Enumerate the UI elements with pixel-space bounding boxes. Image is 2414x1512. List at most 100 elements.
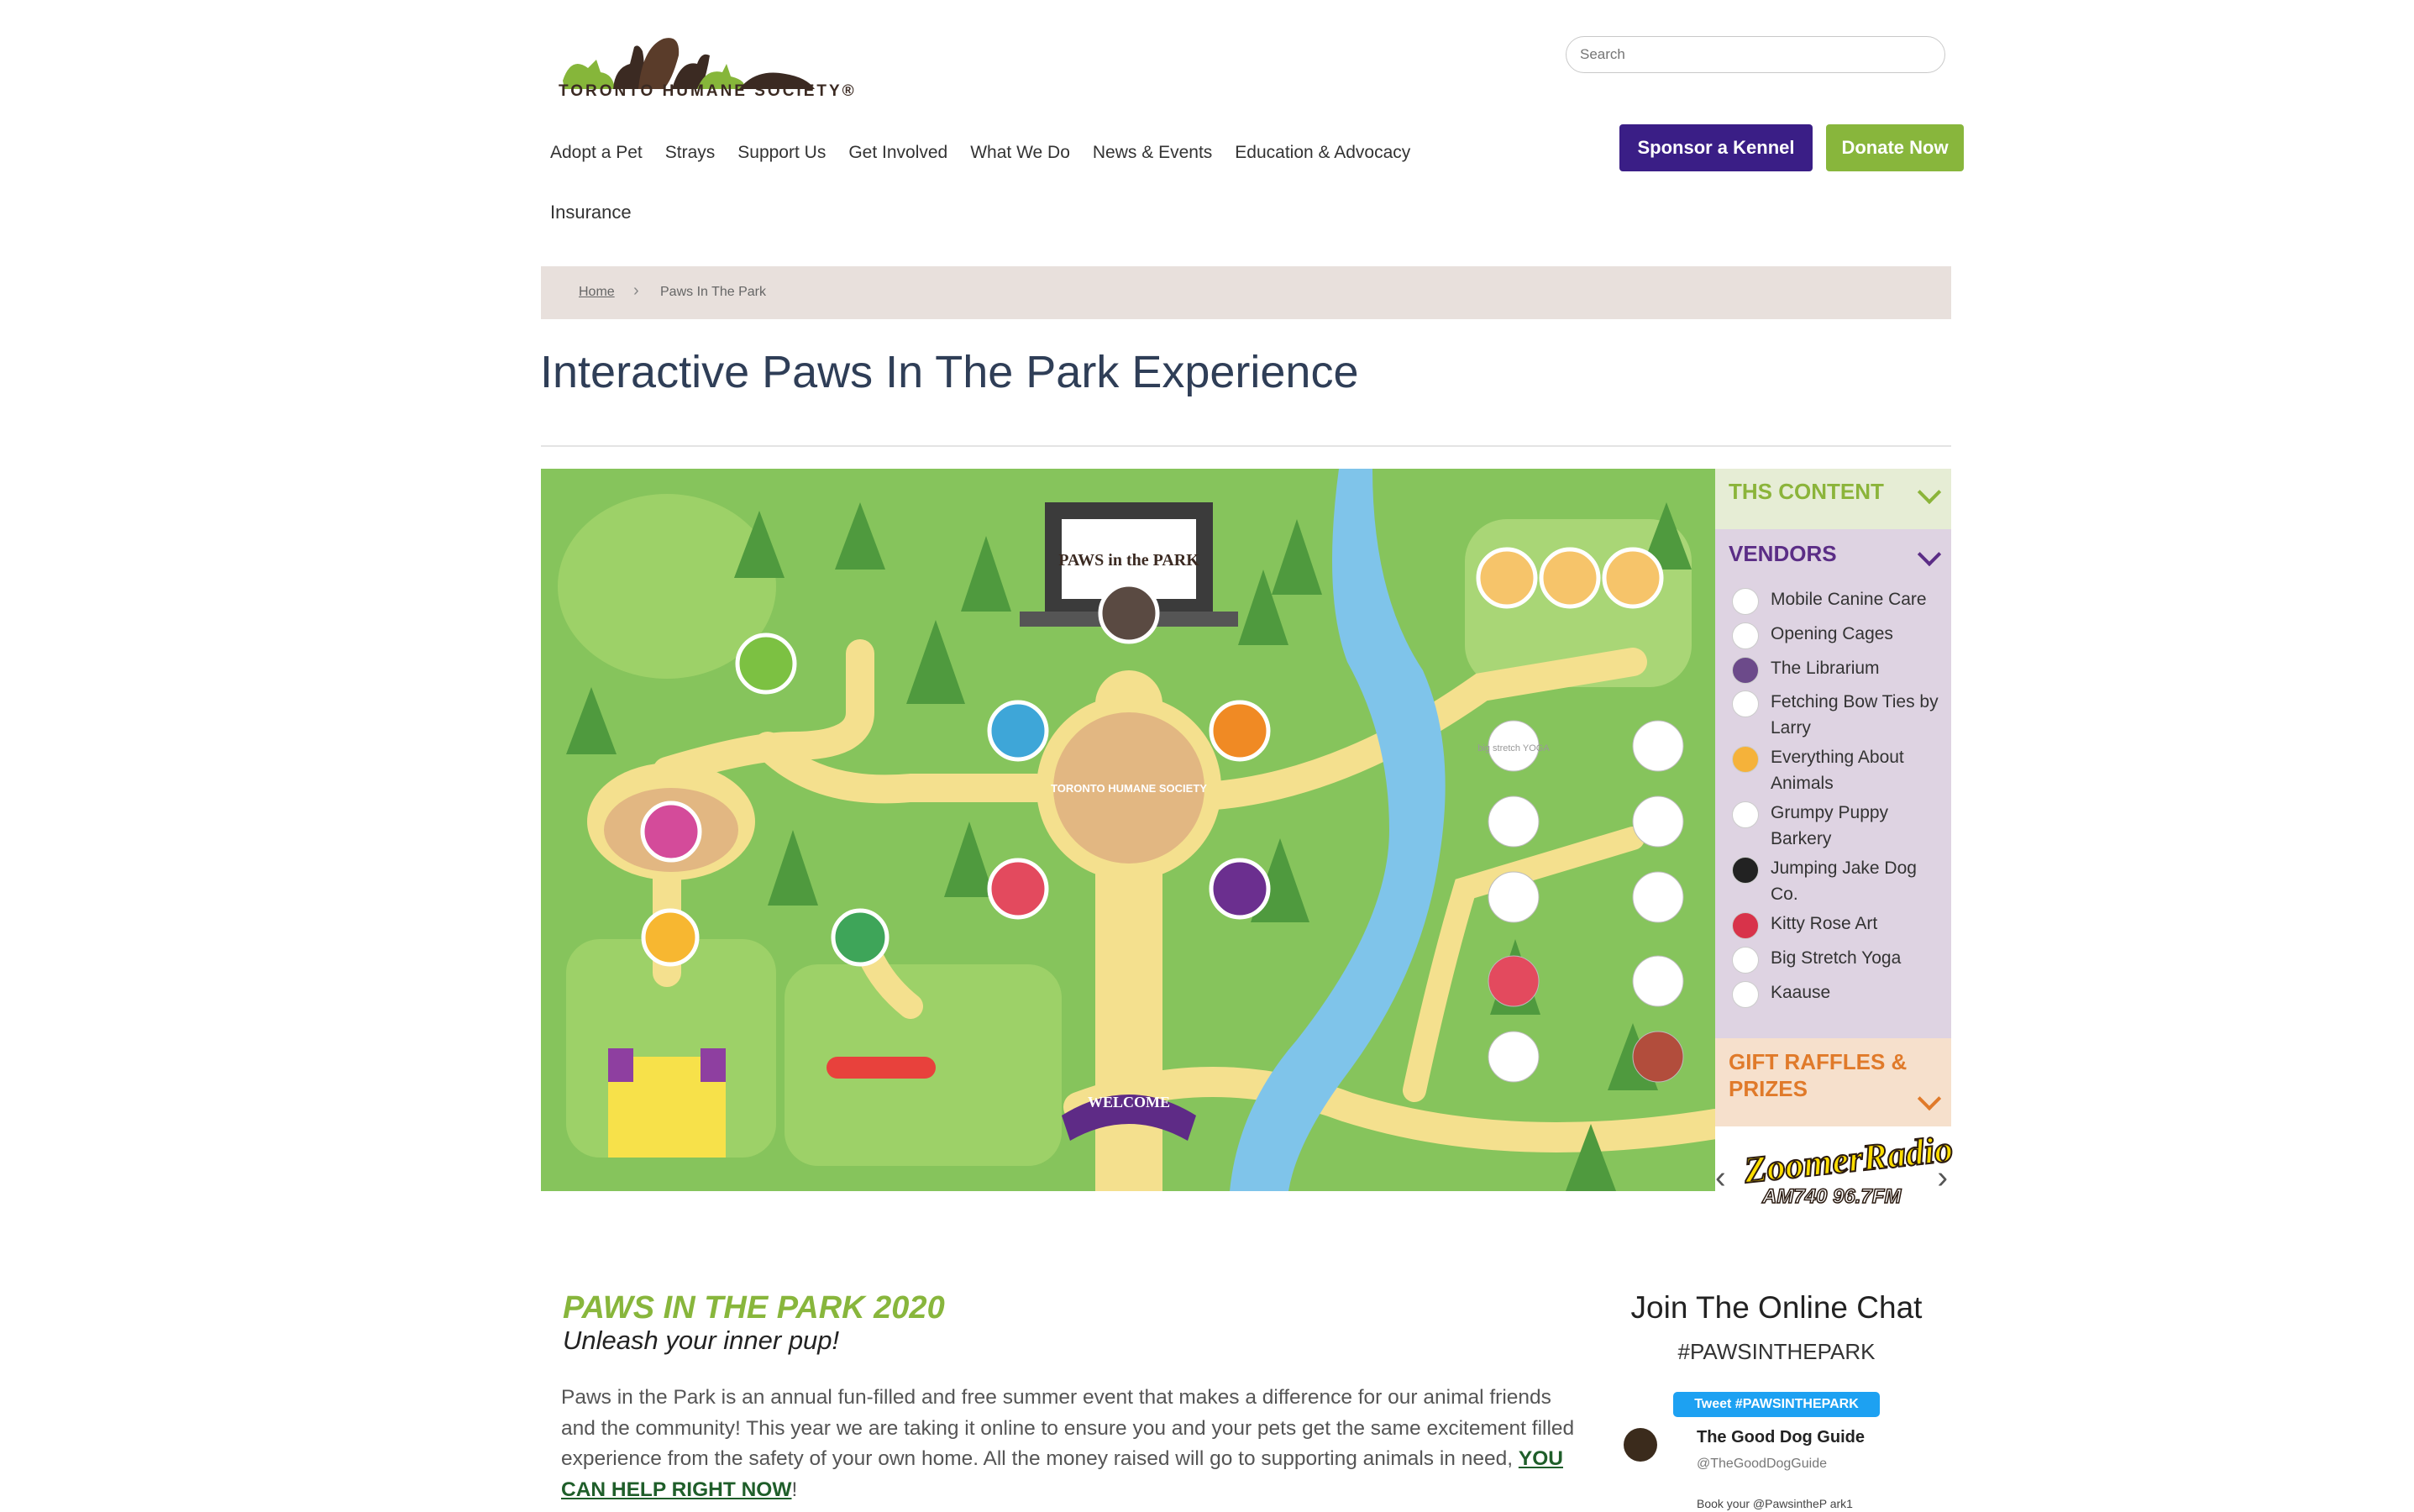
vendor-logo-icon xyxy=(1732,857,1759,884)
vendor-name: Everything About Animals xyxy=(1771,748,1904,793)
sponsor-carousel: ‹ ZoomerRadio AM740 96.7FM › xyxy=(1715,1126,1955,1227)
vendor-logo-icon xyxy=(1732,690,1759,717)
vendor-name: The Librarium xyxy=(1771,659,1880,678)
nav-adopt[interactable]: Adopt a Pet xyxy=(550,143,643,163)
event-subheading: Unleash your inner pup! xyxy=(563,1326,840,1355)
park-icon[interactable] xyxy=(831,908,890,967)
vendor-name: Kitty Rose Art xyxy=(1771,914,1878,933)
vendor-item[interactable]: Jumping Jake Dog Co. xyxy=(1732,855,1946,907)
avatar[interactable] xyxy=(1624,1428,1657,1462)
microphone-icon[interactable] xyxy=(1098,582,1160,644)
tweet-text: Book your @PawsintheP ark1 xyxy=(1697,1497,1853,1510)
sponsor-frequency: AM740 96.7FM xyxy=(1761,1184,1902,1209)
vendor-logo-icon xyxy=(1732,801,1759,828)
accordion-gift-raffles[interactable]: GIFT RAFFLES & PRIZES xyxy=(1715,1038,1951,1126)
chevron-down-icon[interactable] xyxy=(1917,480,1942,505)
park-map-illustration: TORONTO HUMANE SOCIETY PAWS in the PARK xyxy=(558,469,1715,1191)
vendor-booths: big stretch YOGA xyxy=(1477,720,1684,1083)
gift-raffles-title: GIFT RAFFLES & PRIZES xyxy=(1729,1049,1908,1101)
ths-content-title: THS CONTENT xyxy=(1729,479,1884,504)
vendors-title: VENDORS xyxy=(1729,541,1837,566)
animal-silhouettes-icon xyxy=(563,38,815,89)
vendor-booth-icon[interactable] xyxy=(1632,871,1684,923)
vendor-logo-icon xyxy=(1732,622,1759,649)
vendor-item[interactable]: The Librarium xyxy=(1732,655,1946,684)
event-heading: PAWS IN THE PARK 2020 xyxy=(563,1290,945,1326)
page-title: Interactive Paws In The Park Experience xyxy=(540,347,1359,397)
vendor-name: Jumping Jake Dog Co. xyxy=(1771,858,1917,904)
vendor-item[interactable]: Kitty Rose Art xyxy=(1732,911,1946,939)
logo-text: TORONTO HUMANE SOCIETY® xyxy=(559,82,857,100)
accordion-ths-content[interactable]: THS CONTENT xyxy=(1715,469,1951,529)
tweet-author-name[interactable]: The Good Dog Guide xyxy=(1697,1428,1865,1447)
vendor-name: Kaause xyxy=(1771,983,1831,1002)
vendor-booth-icon[interactable] xyxy=(1488,955,1540,1007)
divider xyxy=(541,445,1951,447)
breadcrumb-home-link[interactable]: Home xyxy=(579,285,615,300)
shopping-bag-icon[interactable] xyxy=(1209,700,1271,762)
vendor-logo-icon xyxy=(1732,746,1759,773)
vendor-item[interactable]: Grumpy Puppy Barkery xyxy=(1732,800,1946,852)
auction-gavel-icon[interactable] xyxy=(1539,547,1601,609)
vendor-item[interactable]: Fetching Bow Ties by Larry xyxy=(1732,689,1946,741)
event-description-text: Paws in the Park is an annual fun-filled… xyxy=(561,1386,1575,1470)
agility-tunnel xyxy=(827,1057,936,1079)
vendor-item[interactable]: Big Stretch Yoga xyxy=(1732,945,1946,974)
event-description: Paws in the Park is an annual fun-filled… xyxy=(561,1383,1586,1505)
nav-strays[interactable]: Strays xyxy=(665,143,716,163)
vendor-booth-icon[interactable] xyxy=(1632,1031,1684,1083)
food-icon[interactable] xyxy=(641,908,700,967)
basket-icon[interactable] xyxy=(1476,547,1538,609)
vendor-name: Fetching Bow Ties by Larry xyxy=(1771,692,1939,738)
breadcrumb-current: Paws In The Park xyxy=(660,285,766,299)
vendor-logo-icon xyxy=(1732,981,1759,1008)
page: TORONTO HUMANE SOCIETY® Adopt a Pet Stra… xyxy=(0,0,2414,1512)
vendor-item[interactable]: Mobile Canine Care xyxy=(1732,586,1946,615)
chevron-down-icon[interactable] xyxy=(1917,542,1942,567)
heart-icon[interactable] xyxy=(987,858,1049,920)
park-map: TORONTO HUMANE SOCIETY PAWS in the PARK xyxy=(541,469,1715,1191)
vendor-logo-icon xyxy=(1732,588,1759,615)
vendor-yoga-text: big stretch YOGA xyxy=(1477,743,1550,753)
vendor-booth-icon[interactable] xyxy=(1488,1031,1540,1083)
sponsor-kennel-button[interactable]: Sponsor a Kennel xyxy=(1619,124,1813,171)
stethoscope-icon[interactable] xyxy=(987,700,1049,762)
vendor-booth-icon[interactable] xyxy=(1632,720,1684,772)
nav-get-involved[interactable]: Get Involved xyxy=(848,143,947,163)
accordion-vendors[interactable]: VENDORS Mobile Canine Care Opening Cages… xyxy=(1715,529,1951,1038)
vendor-item[interactable]: Opening Cages xyxy=(1732,621,1946,649)
tweet-button[interactable]: Tweet #PAWSINTHEPARK xyxy=(1673,1392,1880,1417)
center-sign-text: TORONTO HUMANE SOCIETY xyxy=(1051,782,1207,795)
tweet-author-handle[interactable]: @TheGoodDogGuide xyxy=(1697,1457,1827,1472)
main-nav: Adopt a Pet Strays Support Us Get Involv… xyxy=(550,143,1433,163)
chevron-right-icon: › xyxy=(633,281,639,300)
vendor-booth-icon[interactable] xyxy=(1632,955,1684,1007)
chat-title: Join The Online Chat xyxy=(1630,1290,1923,1325)
vendor-logo-icon xyxy=(1732,657,1759,684)
donate-now-button[interactable]: Donate Now xyxy=(1826,124,1964,171)
chevron-right-icon[interactable]: › xyxy=(1937,1160,1948,1196)
nav-news-events[interactable]: News & Events xyxy=(1093,143,1212,163)
chevron-down-icon[interactable] xyxy=(1917,1086,1942,1111)
nature-icon[interactable] xyxy=(735,633,797,695)
nav-what-we-do[interactable]: What We Do xyxy=(970,143,1070,163)
info-icon[interactable] xyxy=(1209,858,1271,920)
nav-insurance[interactable]: Insurance xyxy=(550,202,632,223)
stage-text: PAWS in the PARK xyxy=(1058,551,1199,570)
chevron-left-icon[interactable]: ‹ xyxy=(1715,1160,1726,1196)
castle-tower xyxy=(608,1048,633,1082)
castle-tower xyxy=(701,1048,726,1082)
vendor-item[interactable]: Kaause xyxy=(1732,979,1946,1008)
thermometer-icon[interactable] xyxy=(1602,547,1664,609)
vendor-booth-icon[interactable] xyxy=(1488,871,1540,923)
vendor-booth-icon[interactable] xyxy=(1488,795,1540,848)
vendor-item[interactable]: Everything About Animals xyxy=(1732,744,1946,796)
nav-education[interactable]: Education & Advocacy xyxy=(1235,143,1410,163)
yoga-icon[interactable] xyxy=(640,801,702,863)
sponsor-logo[interactable]: ZoomerRadio xyxy=(1741,1127,1955,1192)
tweet-button-label: Tweet #PAWSINTHEPARK xyxy=(1694,1397,1859,1411)
vendor-booth-icon[interactable] xyxy=(1632,795,1684,848)
search-input[interactable] xyxy=(1566,36,1945,73)
vendor-logo-icon xyxy=(1732,912,1759,939)
nav-support-us[interactable]: Support Us xyxy=(737,143,826,163)
